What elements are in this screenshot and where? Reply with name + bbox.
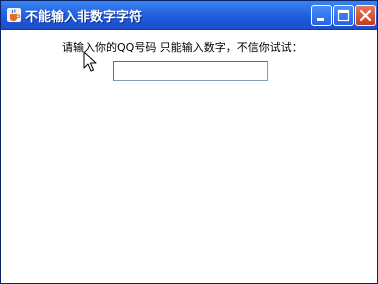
maximize-button[interactable]: [333, 5, 354, 26]
close-icon: [359, 9, 372, 22]
close-button[interactable]: [355, 5, 376, 26]
minimize-button[interactable]: [311, 5, 332, 26]
mouse-pointer-icon: [83, 51, 97, 72]
minimize-icon: [317, 18, 324, 21]
content-panel: 请输入你的QQ号码 只能输入数字，不信你试试：: [1, 30, 377, 283]
qq-number-input[interactable]: [113, 61, 268, 81]
title-bar[interactable]: 不能输入非数字字符: [1, 1, 377, 30]
qq-prompt-label: 请输入你的QQ号码 只能输入数字，不信你试试：: [62, 41, 303, 54]
maximize-icon: [337, 9, 350, 22]
window-title: 不能输入非数字字符: [25, 10, 143, 25]
app-window: 不能输入非数字字符 请输入你的QQ号码 只能输入数字，不信你试试：: [0, 0, 378, 284]
java-coffee-cup-icon[interactable]: [7, 8, 21, 22]
